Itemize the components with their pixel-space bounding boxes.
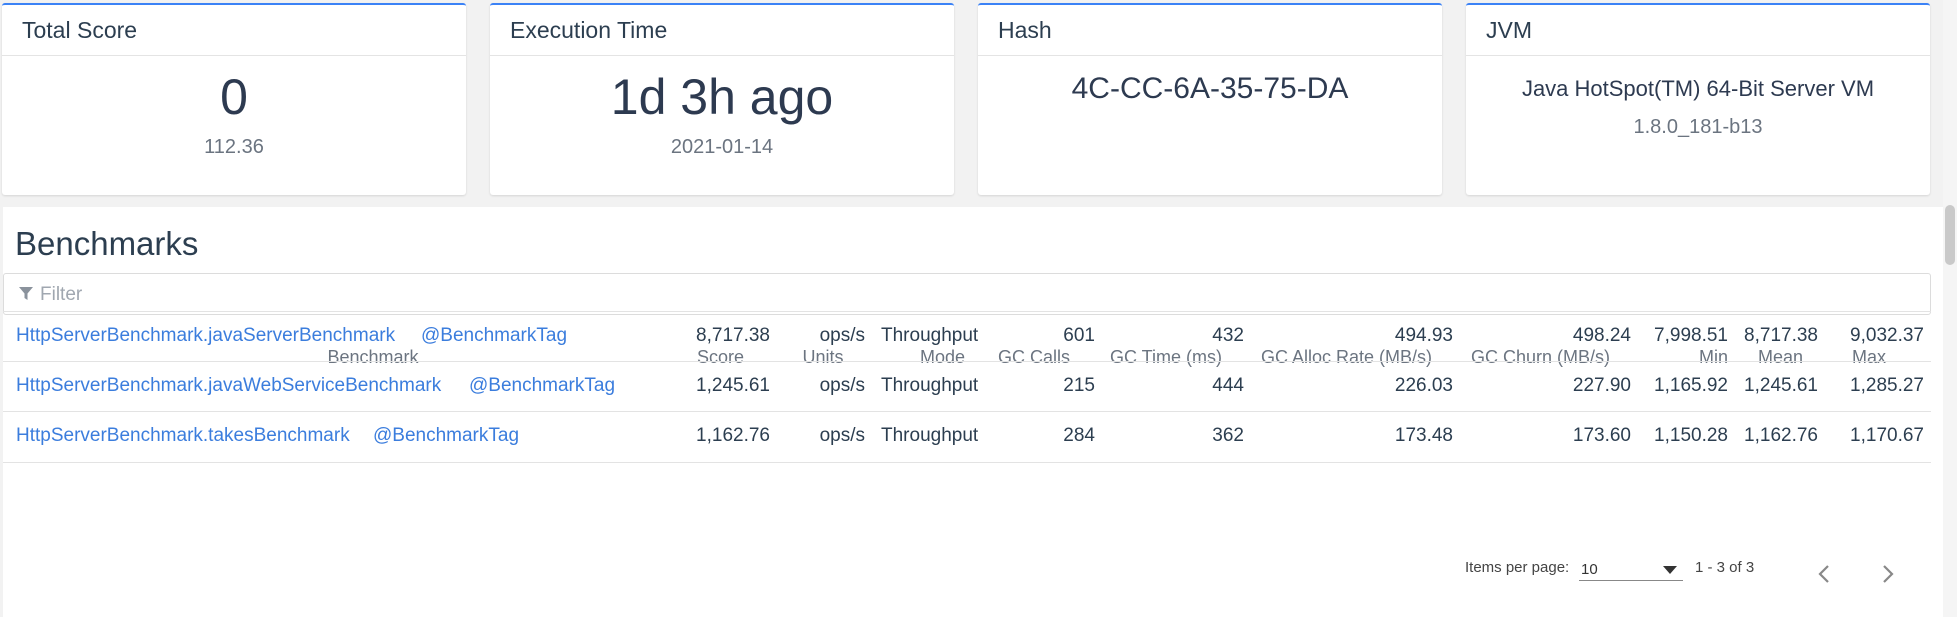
table-row: HttpServerBenchmark.javaWebServiceBenchm… <box>3 361 1931 412</box>
gc-time-cell: 362 <box>1212 425 1244 446</box>
previous-page-button[interactable] <box>1810 560 1838 588</box>
benchmark-link[interactable]: HttpServerBenchmark.takesBenchmark <box>16 425 350 447</box>
execution-time-card: Execution Time 1d 3h ago 2021-01-14 <box>490 3 954 195</box>
gc-alloc-cell: 226.03 <box>1394 375 1453 396</box>
chevron-right-icon <box>1883 565 1894 583</box>
jvm-card: JVM Java HotSpot(TM) 64-Bit Server VM 1.… <box>1466 3 1930 195</box>
filter-input[interactable]: Filter <box>3 273 1931 315</box>
gc-alloc-cell: 173.48 <box>1394 425 1453 446</box>
chevron-left-icon <box>1818 565 1829 583</box>
gc-calls-cell: 215 <box>1063 375 1095 396</box>
benchmark-link[interactable]: HttpServerBenchmark.javaServerBenchmark <box>16 325 395 347</box>
jvm-name: Java HotSpot(TM) 64-Bit Server VM <box>1521 76 1875 101</box>
score-cell: 1,162.76 <box>696 425 770 446</box>
next-page-button[interactable] <box>1874 560 1902 588</box>
max-cell: 1,285.27 <box>1850 375 1924 396</box>
units-cell: ops/s <box>819 375 865 396</box>
score-cell: 8,717.38 <box>696 325 770 346</box>
units-cell: ops/s <box>819 425 865 446</box>
gc-churn-cell: 173.60 <box>1572 425 1631 446</box>
gc-time-cell: 432 <box>1212 325 1244 346</box>
hash-value: 4C-CC-6A-35-75-DA <box>1071 72 1349 105</box>
gc-time-cell: 444 <box>1212 375 1244 396</box>
table-row: HttpServerBenchmark.takesBenchmark @Benc… <box>3 411 1931 463</box>
benchmarks-title: Benchmarks <box>15 225 199 262</box>
items-per-page-value: 10 <box>1581 561 1598 578</box>
mean-cell: 1,245.61 <box>1744 375 1818 396</box>
hash-title: Hash <box>978 5 1442 56</box>
execution-time-title: Execution Time <box>490 5 954 56</box>
scrollbar-thumb[interactable] <box>1945 205 1955 265</box>
benchmark-tag[interactable]: @BenchmarkTag <box>421 325 567 347</box>
gc-churn-cell: 227.90 <box>1572 375 1631 396</box>
mode-cell: Throughput <box>881 375 979 396</box>
gc-churn-cell: 498.24 <box>1572 325 1631 346</box>
execution-time-value: 1d 3h ago <box>610 69 834 125</box>
filter-placeholder: Filter <box>40 284 83 305</box>
range-label: 1 - 3 of 3 <box>1695 559 1755 576</box>
vertical-scrollbar[interactable] <box>1943 0 1957 617</box>
mean-cell: 8,717.38 <box>1744 325 1818 346</box>
hash-card: Hash 4C-CC-6A-35-75-DA <box>978 3 1442 195</box>
benchmark-link[interactable]: HttpServerBenchmark.javaWebServiceBenchm… <box>16 375 441 397</box>
total-score-title: Total Score <box>2 5 466 56</box>
gc-calls-cell: 601 <box>1063 325 1095 346</box>
total-score-card: Total Score 0 112.36 <box>2 3 466 195</box>
caret-down-icon <box>1663 566 1677 574</box>
min-cell: 7,998.51 <box>1654 325 1728 346</box>
table-row: HttpServerBenchmark.javaServerBenchmark … <box>3 311 1931 362</box>
score-cell: 1,245.61 <box>696 375 770 396</box>
benchmark-tag[interactable]: @BenchmarkTag <box>469 375 615 397</box>
filter-icon <box>19 287 33 300</box>
units-cell: ops/s <box>819 325 865 346</box>
jvm-version: 1.8.0_181-b13 <box>1633 116 1763 138</box>
items-per-page-select[interactable]: 10 <box>1579 556 1683 581</box>
benchmark-tag[interactable]: @BenchmarkTag <box>373 425 519 447</box>
max-cell: 1,170.67 <box>1850 425 1924 446</box>
total-score-value: 0 <box>220 69 248 125</box>
items-per-page-label: Items per page: <box>1465 559 1570 576</box>
max-cell: 9,032.37 <box>1850 325 1924 346</box>
min-cell: 1,150.28 <box>1654 425 1728 446</box>
execution-time-date: 2021-01-14 <box>670 136 774 158</box>
mode-cell: Throughput <box>881 425 979 446</box>
mean-cell: 1,162.76 <box>1744 425 1818 446</box>
gc-alloc-cell: 494.93 <box>1394 325 1453 346</box>
mode-cell: Throughput <box>881 325 979 346</box>
jvm-title: JVM <box>1466 5 1930 56</box>
gc-calls-cell: 284 <box>1063 425 1095 446</box>
total-score-sub: 112.36 <box>204 136 264 158</box>
min-cell: 1,165.92 <box>1654 375 1728 396</box>
